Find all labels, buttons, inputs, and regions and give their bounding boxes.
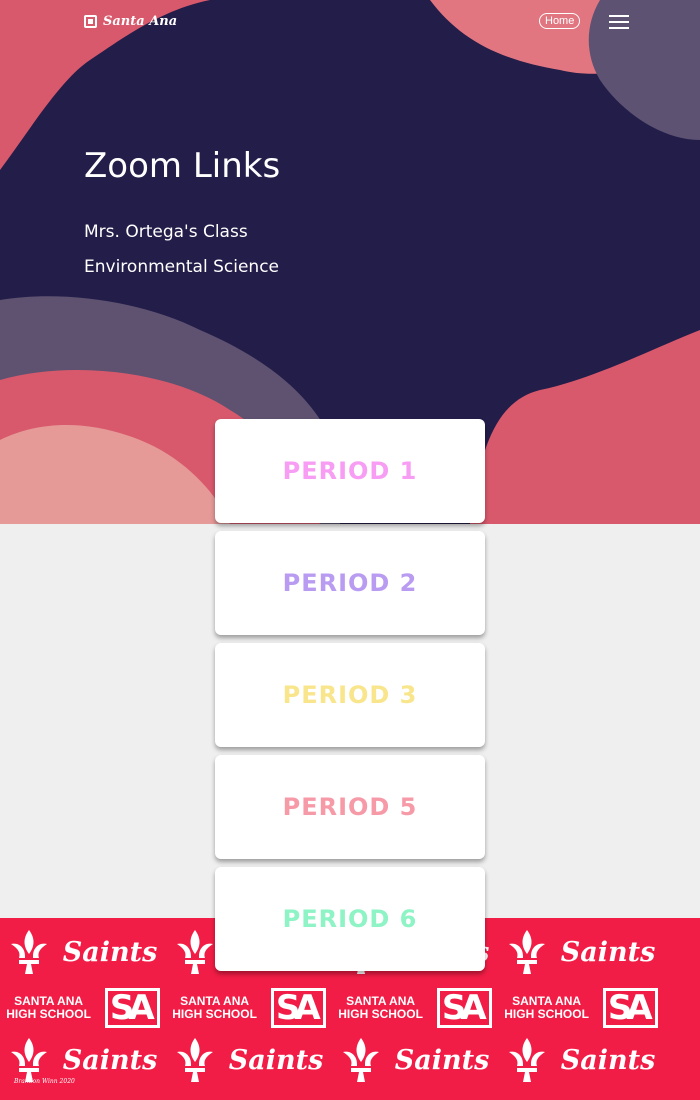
saints-text: Saints xyxy=(62,936,158,968)
saints-text: Saints xyxy=(560,1044,656,1076)
page-title: Zoom Links xyxy=(84,146,281,186)
site-logo[interactable]: Santa Ana xyxy=(84,14,177,29)
fleur-de-lis-icon xyxy=(176,930,213,974)
saints-text: Saints xyxy=(560,936,656,968)
fleur-de-lis-icon xyxy=(508,930,545,974)
saints-text: Saints xyxy=(394,1044,490,1076)
period-label: PERIOD 1 xyxy=(282,457,418,485)
school-name: SANTA ANA HIGH SCHOOL xyxy=(6,994,91,1021)
period-label: PERIOD 3 xyxy=(282,681,418,709)
logo-icon xyxy=(84,15,97,28)
sa-logo-mark: SA xyxy=(104,988,160,1028)
period-6-link[interactable]: PERIOD 6 xyxy=(215,867,485,971)
home-button[interactable]: Home xyxy=(539,13,581,29)
sa-logo-mark: SA xyxy=(270,988,326,1028)
footer-credit: Brandon Winn 2020 xyxy=(14,1078,75,1085)
school-name: SANTA ANA HIGH SCHOOL xyxy=(338,994,423,1021)
fleur-de-lis-icon xyxy=(10,1038,47,1082)
saints-text: Saints xyxy=(62,1044,158,1076)
fleur-de-lis-icon xyxy=(176,1038,213,1082)
school-row: SANTA ANA HIGH SCHOOL SA SANTA ANA HIGH SCH… xyxy=(0,988,700,1028)
hamburger-icon[interactable] xyxy=(609,11,629,31)
period-label: PERIOD 2 xyxy=(282,569,418,597)
period-2-link[interactable]: PERIOD 2 xyxy=(215,531,485,635)
period-1-link[interactable]: PERIOD 1 xyxy=(215,419,485,523)
period-label: PERIOD 5 xyxy=(282,793,418,821)
school-name: SANTA ANA HIGH SCHOOL xyxy=(504,994,589,1021)
sa-logo-mark: SA xyxy=(436,988,492,1028)
course-name: Environmental Science xyxy=(84,257,279,277)
saints-text: Saints xyxy=(228,1044,324,1076)
logo-text: Santa Ana xyxy=(103,14,178,29)
period-5-link[interactable]: PERIOD 5 xyxy=(215,755,485,859)
teacher-name: Mrs. Ortega's Class xyxy=(84,222,248,242)
fleur-de-lis-icon xyxy=(508,1038,545,1082)
fleur-de-lis-icon xyxy=(10,930,47,974)
period-links-list: PERIOD 1 PERIOD 2 PERIOD 3 PERIOD 5 PERI… xyxy=(215,419,485,979)
period-label: PERIOD 6 xyxy=(282,905,418,933)
school-name: SANTA ANA HIGH SCHOOL xyxy=(172,994,257,1021)
period-3-link[interactable]: PERIOD 3 xyxy=(215,643,485,747)
sa-logo-mark: SA xyxy=(602,988,658,1028)
fleur-de-lis-icon xyxy=(342,1038,379,1082)
saints-row-bottom: Saints Saints Saints Saints xyxy=(0,1038,700,1082)
